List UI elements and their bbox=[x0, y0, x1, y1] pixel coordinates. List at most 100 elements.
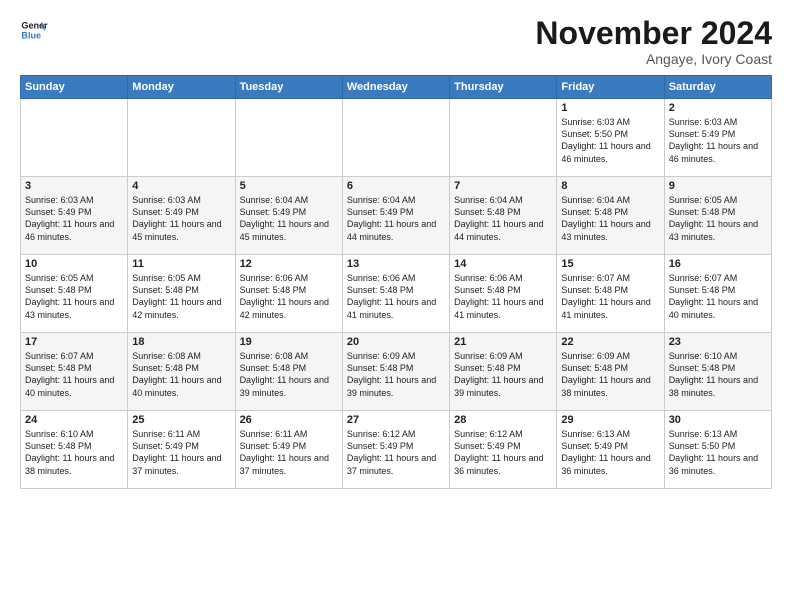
day-info: Sunrise: 6:06 AM Sunset: 5:48 PM Dayligh… bbox=[347, 272, 445, 321]
day-number: 26 bbox=[240, 414, 338, 426]
day-info: Sunrise: 6:09 AM Sunset: 5:48 PM Dayligh… bbox=[561, 350, 659, 399]
day-number: 1 bbox=[561, 102, 659, 114]
day-number: 11 bbox=[132, 258, 230, 270]
day-info: Sunrise: 6:06 AM Sunset: 5:48 PM Dayligh… bbox=[240, 272, 338, 321]
day-info: Sunrise: 6:09 AM Sunset: 5:48 PM Dayligh… bbox=[454, 350, 552, 399]
table-row: 15 Sunrise: 6:07 AM Sunset: 5:48 PM Dayli… bbox=[557, 255, 664, 333]
table-row: 1 Sunrise: 6:03 AM Sunset: 5:50 PM Daylig… bbox=[557, 99, 664, 177]
svg-text:Blue: Blue bbox=[21, 30, 41, 40]
day-number: 6 bbox=[347, 180, 445, 192]
day-info: Sunrise: 6:03 AM Sunset: 5:49 PM Dayligh… bbox=[669, 116, 767, 165]
header: General Blue November 2024 Angaye, Ivory… bbox=[20, 16, 772, 67]
day-info: Sunrise: 6:11 AM Sunset: 5:49 PM Dayligh… bbox=[240, 428, 338, 477]
day-info: Sunrise: 6:13 AM Sunset: 5:49 PM Dayligh… bbox=[561, 428, 659, 477]
day-number: 3 bbox=[25, 180, 123, 192]
day-number: 14 bbox=[454, 258, 552, 270]
week-row-1: 1 Sunrise: 6:03 AM Sunset: 5:50 PM Daylig… bbox=[21, 99, 772, 177]
day-number: 13 bbox=[347, 258, 445, 270]
day-number: 4 bbox=[132, 180, 230, 192]
subtitle: Angaye, Ivory Coast bbox=[535, 51, 772, 67]
day-number: 17 bbox=[25, 336, 123, 348]
day-info: Sunrise: 6:03 AM Sunset: 5:50 PM Dayligh… bbox=[561, 116, 659, 165]
table-row: 14 Sunrise: 6:06 AM Sunset: 5:48 PM Dayli… bbox=[450, 255, 557, 333]
day-info: Sunrise: 6:08 AM Sunset: 5:48 PM Dayligh… bbox=[132, 350, 230, 399]
day-number: 21 bbox=[454, 336, 552, 348]
day-number: 30 bbox=[669, 414, 767, 426]
day-info: Sunrise: 6:13 AM Sunset: 5:50 PM Dayligh… bbox=[669, 428, 767, 477]
col-friday: Friday bbox=[557, 76, 664, 99]
day-number: 5 bbox=[240, 180, 338, 192]
day-info: Sunrise: 6:04 AM Sunset: 5:49 PM Dayligh… bbox=[347, 194, 445, 243]
day-number: 2 bbox=[669, 102, 767, 114]
day-number: 22 bbox=[561, 336, 659, 348]
col-thursday: Thursday bbox=[450, 76, 557, 99]
day-info: Sunrise: 6:05 AM Sunset: 5:48 PM Dayligh… bbox=[132, 272, 230, 321]
day-info: Sunrise: 6:04 AM Sunset: 5:49 PM Dayligh… bbox=[240, 194, 338, 243]
day-number: 24 bbox=[25, 414, 123, 426]
day-info: Sunrise: 6:10 AM Sunset: 5:48 PM Dayligh… bbox=[25, 428, 123, 477]
table-row bbox=[342, 99, 449, 177]
day-number: 29 bbox=[561, 414, 659, 426]
page: General Blue November 2024 Angaye, Ivory… bbox=[0, 0, 792, 612]
table-row: 19 Sunrise: 6:08 AM Sunset: 5:48 PM Dayli… bbox=[235, 333, 342, 411]
week-row-2: 3 Sunrise: 6:03 AM Sunset: 5:49 PM Daylig… bbox=[21, 177, 772, 255]
day-info: Sunrise: 6:04 AM Sunset: 5:48 PM Dayligh… bbox=[561, 194, 659, 243]
day-number: 12 bbox=[240, 258, 338, 270]
week-row-3: 10 Sunrise: 6:05 AM Sunset: 5:48 PM Dayli… bbox=[21, 255, 772, 333]
table-row: 17Sunrise: 6:07 AM Sunset: 5:48 PM Dayli… bbox=[21, 333, 128, 411]
day-info: Sunrise: 6:09 AM Sunset: 5:48 PM Dayligh… bbox=[347, 350, 445, 399]
day-info: Sunrise: 6:10 AM Sunset: 5:48 PM Dayligh… bbox=[669, 350, 767, 399]
main-title: November 2024 bbox=[535, 16, 772, 51]
table-row: 21 Sunrise: 6:09 AM Sunset: 5:48 PM Dayli… bbox=[450, 333, 557, 411]
day-info: Sunrise: 6:04 AM Sunset: 5:48 PM Dayligh… bbox=[454, 194, 552, 243]
day-info: Sunrise: 6:12 AM Sunset: 5:49 PM Dayligh… bbox=[454, 428, 552, 477]
table-row bbox=[128, 99, 235, 177]
table-row: 26 Sunrise: 6:11 AM Sunset: 5:49 PM Dayli… bbox=[235, 411, 342, 489]
table-row: 4 Sunrise: 6:03 AM Sunset: 5:49 PM Daylig… bbox=[128, 177, 235, 255]
table-row: 29 Sunrise: 6:13 AM Sunset: 5:49 PM Dayli… bbox=[557, 411, 664, 489]
day-number: 15 bbox=[561, 258, 659, 270]
day-info: Sunrise: 6:06 AM Sunset: 5:48 PM Dayligh… bbox=[454, 272, 552, 321]
table-row bbox=[235, 99, 342, 177]
col-tuesday: Tuesday bbox=[235, 76, 342, 99]
day-info: Sunrise: 6:08 AM Sunset: 5:48 PM Dayligh… bbox=[240, 350, 338, 399]
title-block: November 2024 Angaye, Ivory Coast bbox=[535, 16, 772, 67]
table-row: 12 Sunrise: 6:06 AM Sunset: 5:48 PM Dayli… bbox=[235, 255, 342, 333]
day-number: 28 bbox=[454, 414, 552, 426]
week-row-4: 17Sunrise: 6:07 AM Sunset: 5:48 PM Dayli… bbox=[21, 333, 772, 411]
col-saturday: Saturday bbox=[664, 76, 771, 99]
day-info: Sunrise: 6:05 AM Sunset: 5:48 PM Dayligh… bbox=[25, 272, 123, 321]
day-info: Sunrise: 6:03 AM Sunset: 5:49 PM Dayligh… bbox=[132, 194, 230, 243]
day-info: Sunrise: 6:07 AM Sunset: 5:48 PM Dayligh… bbox=[561, 272, 659, 321]
table-row: 16Sunrise: 6:07 AM Sunset: 5:48 PM Dayli… bbox=[664, 255, 771, 333]
table-row bbox=[450, 99, 557, 177]
table-row: 30 Sunrise: 6:13 AM Sunset: 5:50 PM Dayli… bbox=[664, 411, 771, 489]
day-number: 23 bbox=[669, 336, 767, 348]
day-number: 25 bbox=[132, 414, 230, 426]
day-number: 16 bbox=[669, 258, 767, 270]
table-row: 9 Sunrise: 6:05 AM Sunset: 5:48 PM Daylig… bbox=[664, 177, 771, 255]
header-row: Sunday Monday Tuesday Wednesday Thursday… bbox=[21, 76, 772, 99]
col-monday: Monday bbox=[128, 76, 235, 99]
day-number: 19 bbox=[240, 336, 338, 348]
day-info: Sunrise: 6:12 AM Sunset: 5:49 PM Dayligh… bbox=[347, 428, 445, 477]
col-wednesday: Wednesday bbox=[342, 76, 449, 99]
day-number: 10 bbox=[25, 258, 123, 270]
day-info: Sunrise: 6:05 AM Sunset: 5:48 PM Dayligh… bbox=[669, 194, 767, 243]
logo: General Blue bbox=[20, 16, 48, 44]
table-row: 22 Sunrise: 6:09 AM Sunset: 5:48 PM Dayli… bbox=[557, 333, 664, 411]
table-row: 2 Sunrise: 6:03 AM Sunset: 5:49 PM Daylig… bbox=[664, 99, 771, 177]
table-row: 10 Sunrise: 6:05 AM Sunset: 5:48 PM Dayli… bbox=[21, 255, 128, 333]
day-number: 7 bbox=[454, 180, 552, 192]
table-row: 6 Sunrise: 6:04 AM Sunset: 5:49 PM Daylig… bbox=[342, 177, 449, 255]
week-row-5: 24 Sunrise: 6:10 AM Sunset: 5:48 PM Dayli… bbox=[21, 411, 772, 489]
table-row: 23 Sunrise: 6:10 AM Sunset: 5:48 PM Dayli… bbox=[664, 333, 771, 411]
table-row: 28 Sunrise: 6:12 AM Sunset: 5:49 PM Dayli… bbox=[450, 411, 557, 489]
day-number: 20 bbox=[347, 336, 445, 348]
col-sunday: Sunday bbox=[21, 76, 128, 99]
day-number: 9 bbox=[669, 180, 767, 192]
table-row bbox=[21, 99, 128, 177]
table-row: 8Sunrise: 6:04 AM Sunset: 5:48 PM Daylig… bbox=[557, 177, 664, 255]
table-row: 11 Sunrise: 6:05 AM Sunset: 5:48 PM Dayli… bbox=[128, 255, 235, 333]
day-number: 27 bbox=[347, 414, 445, 426]
